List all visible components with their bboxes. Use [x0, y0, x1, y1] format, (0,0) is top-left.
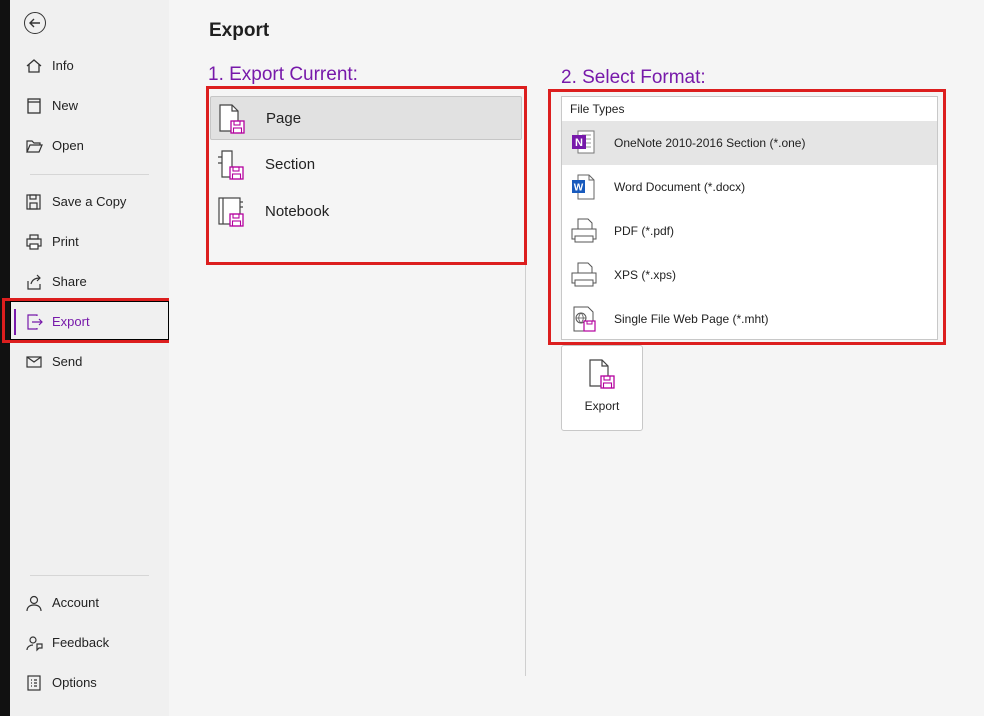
sidebar-item-feedback[interactable]: Feedback	[10, 623, 169, 663]
export-current-heading: 1. Export Current:	[208, 64, 358, 85]
share-icon	[27, 274, 41, 290]
back-button[interactable]	[24, 12, 46, 34]
select-format-heading: 2. Select Format:	[561, 67, 706, 88]
options-icon	[27, 675, 41, 691]
sidebar-item-label: Print	[52, 234, 79, 249]
sidebar-item-save-a-copy[interactable]: Save a Copy	[10, 182, 169, 222]
sidebar-item-share[interactable]: Share	[10, 262, 169, 302]
sidebar-divider	[30, 575, 149, 576]
sidebar-item-label: Save a Copy	[52, 194, 127, 209]
sidebar-item-label: Share	[52, 274, 87, 289]
folder-open-icon	[26, 140, 43, 153]
sidebar-item-options[interactable]: Options	[10, 663, 169, 703]
sidebar-item-new[interactable]: New	[10, 86, 169, 126]
export-current-highlight-box	[206, 86, 527, 265]
export-button[interactable]: Export	[561, 345, 643, 431]
sidebar-item-label: Feedback	[52, 635, 110, 650]
send-icon	[26, 356, 42, 368]
sidebar-item-label: Send	[52, 354, 83, 369]
page-title: Export	[209, 20, 270, 41]
sidebar-item-label: Options	[52, 675, 97, 690]
home-icon	[26, 59, 42, 73]
backstage-sidebar: Info New Open Save a Copy Print Share Ex…	[10, 0, 169, 716]
window-edge	[0, 0, 10, 716]
select-format-highlight-box	[548, 89, 946, 345]
sidebar-item-label: Info	[52, 58, 74, 73]
sidebar-item-send[interactable]: Send	[10, 342, 169, 382]
feedback-icon	[26, 636, 43, 652]
export-pane: Export 1. Export Current: 2. Select Form…	[169, 0, 984, 716]
export-button-label: Export	[584, 399, 620, 413]
sidebar-item-label: Account	[52, 595, 99, 610]
person-icon	[26, 595, 42, 612]
export-highlight-box	[2, 298, 176, 343]
sidebar-item-info[interactable]: Info	[10, 46, 169, 86]
page-save-icon	[589, 359, 615, 389]
sidebar-divider	[30, 174, 149, 175]
sidebar-item-label: New	[52, 98, 79, 113]
new-page-icon	[27, 98, 41, 114]
arrow-left-icon	[29, 18, 40, 28]
sidebar-item-open[interactable]: Open	[10, 126, 169, 166]
sidebar-item-label: Open	[52, 138, 84, 153]
sidebar-item-print[interactable]: Print	[10, 222, 169, 262]
save-copy-icon	[26, 194, 41, 210]
printer-icon	[26, 234, 42, 250]
sidebar-item-account[interactable]: Account	[10, 583, 169, 623]
